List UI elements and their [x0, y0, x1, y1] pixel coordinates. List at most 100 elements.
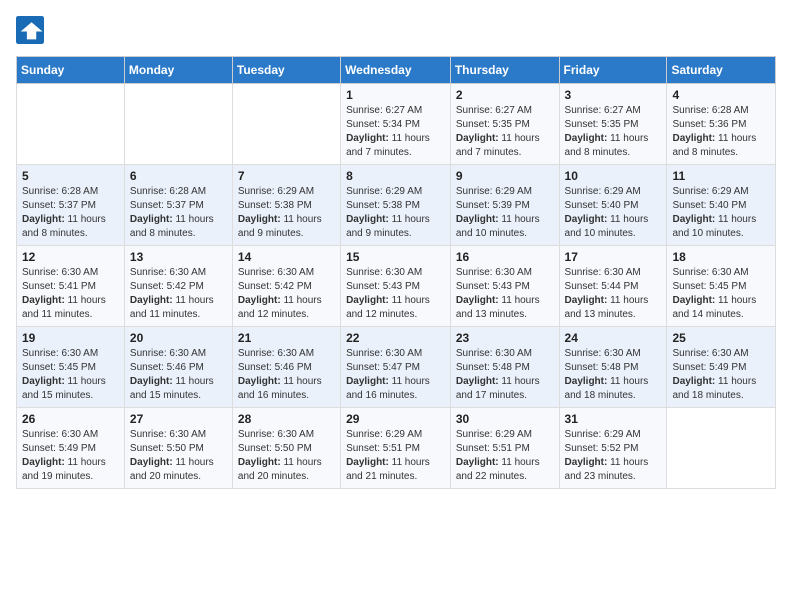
day-number: 5 [22, 169, 119, 183]
day-number: 8 [346, 169, 445, 183]
day-number: 13 [130, 250, 227, 264]
day-info: Sunrise: 6:30 AMSunset: 5:48 PMDaylight:… [565, 347, 662, 403]
day-info: Sunrise: 6:30 AMSunset: 5:45 PMDaylight:… [22, 347, 119, 403]
calendar-day-cell: 5Sunrise: 6:28 AMSunset: 5:37 PMDaylight… [17, 165, 125, 246]
calendar-day-cell: 1Sunrise: 6:27 AMSunset: 5:34 PMDaylight… [341, 84, 451, 165]
day-info: Sunrise: 6:30 AMSunset: 5:43 PMDaylight:… [346, 266, 445, 322]
day-number: 11 [672, 169, 770, 183]
logo [16, 16, 48, 44]
day-number: 2 [456, 88, 554, 102]
day-number: 25 [672, 331, 770, 345]
calendar-day-header: Wednesday [341, 57, 451, 84]
calendar-day-cell [124, 84, 232, 165]
calendar-day-cell: 11 Sunrise: 6:29 AMSunset: 5:40 PMDayligh… [667, 165, 776, 246]
logo-icon [16, 16, 44, 44]
calendar-day-header: Thursday [450, 57, 559, 84]
calendar-day-cell: 12Sunrise: 6:30 AMSunset: 5:41 PMDayligh… [17, 246, 125, 327]
calendar-day-header: Sunday [17, 57, 125, 84]
day-number: 7 [238, 169, 335, 183]
day-info: Sunrise: 6:28 AMSunset: 5:37 PMDaylight:… [130, 185, 227, 241]
calendar-header-row: SundayMondayTuesdayWednesdayThursdayFrid… [17, 57, 776, 84]
day-info: Sunrise: 6:29 AMSunset: 5:51 PMDaylight:… [346, 428, 445, 484]
calendar-day-cell: 6 Sunrise: 6:28 AMSunset: 5:37 PMDaylight… [124, 165, 232, 246]
day-info: Sunrise: 6:30 AMSunset: 5:49 PMDaylight:… [672, 347, 770, 403]
day-info: Sunrise: 6:29 AMSunset: 5:38 PMDaylight:… [346, 185, 445, 241]
calendar-day-cell: 3 Sunrise: 6:27 AMSunset: 5:35 PMDaylight… [559, 84, 667, 165]
calendar-day-cell: 24 Sunrise: 6:30 AMSunset: 5:48 PMDayligh… [559, 327, 667, 408]
page-header [16, 16, 776, 44]
day-info: Sunrise: 6:29 AMSunset: 5:52 PMDaylight:… [565, 428, 662, 484]
calendar-week-row: 12Sunrise: 6:30 AMSunset: 5:41 PMDayligh… [17, 246, 776, 327]
calendar-day-header: Monday [124, 57, 232, 84]
day-info: Sunrise: 6:30 AMSunset: 5:45 PMDaylight:… [672, 266, 770, 322]
calendar-day-cell [667, 408, 776, 489]
day-info: Sunrise: 6:30 AMSunset: 5:47 PMDaylight:… [346, 347, 445, 403]
day-info: Sunrise: 6:29 AMSunset: 5:39 PMDaylight:… [456, 185, 554, 241]
day-number: 24 [565, 331, 662, 345]
day-info: Sunrise: 6:29 AMSunset: 5:51 PMDaylight:… [456, 428, 554, 484]
day-number: 30 [456, 412, 554, 426]
day-info: Sunrise: 6:29 AMSunset: 5:40 PMDaylight:… [672, 185, 770, 241]
calendar-week-row: 26Sunrise: 6:30 AMSunset: 5:49 PMDayligh… [17, 408, 776, 489]
day-number: 14 [238, 250, 335, 264]
calendar-day-cell [232, 84, 340, 165]
calendar-day-cell: 16 Sunrise: 6:30 AMSunset: 5:43 PMDayligh… [450, 246, 559, 327]
day-info: Sunrise: 6:29 AMSunset: 5:40 PMDaylight:… [565, 185, 662, 241]
calendar-day-cell: 23 Sunrise: 6:30 AMSunset: 5:48 PMDayligh… [450, 327, 559, 408]
day-number: 9 [456, 169, 554, 183]
calendar-day-header: Tuesday [232, 57, 340, 84]
day-number: 3 [565, 88, 662, 102]
calendar-day-cell: 21 Sunrise: 6:30 AMSunset: 5:46 PMDayligh… [232, 327, 340, 408]
calendar-day-header: Saturday [667, 57, 776, 84]
day-info: Sunrise: 6:27 AMSunset: 5:34 PMDaylight:… [346, 104, 445, 160]
day-info: Sunrise: 6:30 AMSunset: 5:42 PMDaylight:… [130, 266, 227, 322]
day-number: 4 [672, 88, 770, 102]
day-number: 31 [565, 412, 662, 426]
calendar-day-cell: 15 Sunrise: 6:30 AMSunset: 5:43 PMDayligh… [341, 246, 451, 327]
day-info: Sunrise: 6:28 AMSunset: 5:36 PMDaylight:… [672, 104, 770, 160]
day-info: Sunrise: 6:30 AMSunset: 5:50 PMDaylight:… [238, 428, 335, 484]
day-info: Sunrise: 6:30 AMSunset: 5:48 PMDaylight:… [456, 347, 554, 403]
calendar-day-cell: 9 Sunrise: 6:29 AMSunset: 5:39 PMDaylight… [450, 165, 559, 246]
day-number: 19 [22, 331, 119, 345]
day-number: 17 [565, 250, 662, 264]
calendar-week-row: 5 Sunrise: 6:28 AMSunset: 5:37 PMDaylight… [17, 165, 776, 246]
day-number: 6 [130, 169, 227, 183]
day-number: 28 [238, 412, 335, 426]
calendar-day-cell: 22 Sunrise: 6:30 AMSunset: 5:47 PMDayligh… [341, 327, 451, 408]
calendar-day-cell: 18Sunrise: 6:30 AMSunset: 5:45 PMDayligh… [667, 246, 776, 327]
calendar-day-cell: 13 Sunrise: 6:30 AMSunset: 5:42 PMDayligh… [124, 246, 232, 327]
day-number: 29 [346, 412, 445, 426]
calendar-day-cell: 10 Sunrise: 6:29 AMSunset: 5:40 PMDayligh… [559, 165, 667, 246]
calendar-day-cell: 4 Sunrise: 6:28 AMSunset: 5:36 PMDaylight… [667, 84, 776, 165]
day-info: Sunrise: 6:27 AMSunset: 5:35 PMDaylight:… [456, 104, 554, 160]
calendar-day-cell: 17 Sunrise: 6:30 AMSunset: 5:44 PMDayligh… [559, 246, 667, 327]
calendar-day-header: Friday [559, 57, 667, 84]
calendar-day-cell: 14 Sunrise: 6:30 AMSunset: 5:42 PMDayligh… [232, 246, 340, 327]
day-info: Sunrise: 6:30 AMSunset: 5:46 PMDaylight:… [130, 347, 227, 403]
day-info: Sunrise: 6:30 AMSunset: 5:43 PMDaylight:… [456, 266, 554, 322]
day-number: 16 [456, 250, 554, 264]
calendar-day-cell: 27Sunrise: 6:30 AMSunset: 5:50 PMDayligh… [124, 408, 232, 489]
day-number: 15 [346, 250, 445, 264]
day-info: Sunrise: 6:30 AMSunset: 5:46 PMDaylight:… [238, 347, 335, 403]
calendar-day-cell: 2 Sunrise: 6:27 AMSunset: 5:35 PMDaylight… [450, 84, 559, 165]
calendar-day-cell: 20Sunrise: 6:30 AMSunset: 5:46 PMDayligh… [124, 327, 232, 408]
day-info: Sunrise: 6:30 AMSunset: 5:44 PMDaylight:… [565, 266, 662, 322]
day-info: Sunrise: 6:30 AMSunset: 5:42 PMDaylight:… [238, 266, 335, 322]
day-info: Sunrise: 6:27 AMSunset: 5:35 PMDaylight:… [565, 104, 662, 160]
day-info: Sunrise: 6:30 AMSunset: 5:50 PMDaylight:… [130, 428, 227, 484]
day-number: 10 [565, 169, 662, 183]
calendar-day-cell: 19 Sunrise: 6:30 AMSunset: 5:45 PMDayligh… [17, 327, 125, 408]
calendar-day-cell: 8 Sunrise: 6:29 AMSunset: 5:38 PMDaylight… [341, 165, 451, 246]
day-info: Sunrise: 6:29 AMSunset: 5:38 PMDaylight:… [238, 185, 335, 241]
calendar-day-cell: 31 Sunrise: 6:29 AMSunset: 5:52 PMDayligh… [559, 408, 667, 489]
calendar-day-cell: 28 Sunrise: 6:30 AMSunset: 5:50 PMDayligh… [232, 408, 340, 489]
calendar-day-cell: 26Sunrise: 6:30 AMSunset: 5:49 PMDayligh… [17, 408, 125, 489]
calendar-day-cell: 25 Sunrise: 6:30 AMSunset: 5:49 PMDayligh… [667, 327, 776, 408]
day-number: 22 [346, 331, 445, 345]
day-number: 26 [22, 412, 119, 426]
day-number: 23 [456, 331, 554, 345]
day-number: 21 [238, 331, 335, 345]
calendar-day-cell: 30 Sunrise: 6:29 AMSunset: 5:51 PMDayligh… [450, 408, 559, 489]
